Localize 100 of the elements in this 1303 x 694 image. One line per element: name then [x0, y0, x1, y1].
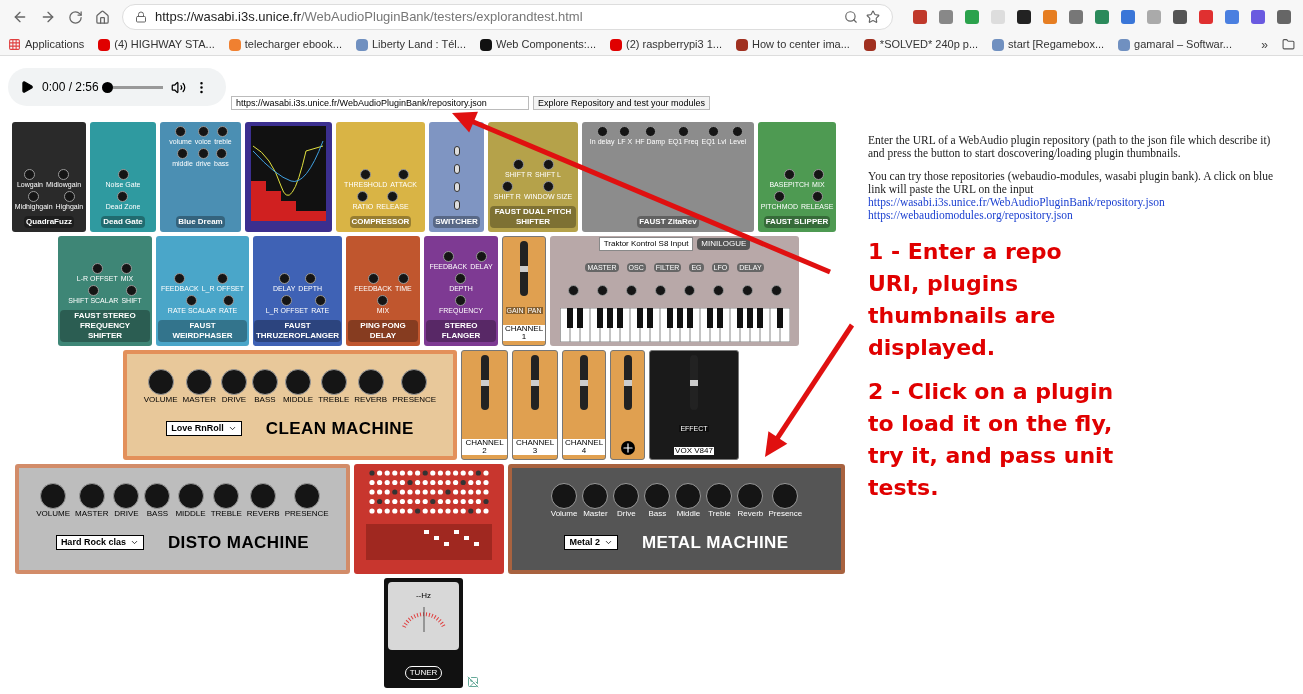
- knob-icon[interactable]: [542, 181, 554, 192]
- knob-icon[interactable]: [683, 284, 695, 296]
- preset-select[interactable]: Metal 2: [564, 534, 618, 551]
- repository-link[interactable]: https://webaudiomodules.org/repository.json: [868, 209, 1288, 222]
- knob-icon[interactable]: [737, 482, 764, 509]
- extension-icon[interactable]: [1017, 10, 1031, 24]
- knob-icon[interactable]: [24, 169, 36, 180]
- knob-icon[interactable]: [186, 368, 213, 395]
- knob-icon[interactable]: [251, 368, 278, 395]
- knob-icon[interactable]: [401, 368, 428, 395]
- folder-icon[interactable]: [1282, 38, 1295, 51]
- knob-icon[interactable]: [360, 169, 372, 180]
- amp-thumbnail[interactable]: Volume Master Drive Bass Middle Treble Reverb Presence Metal 2 METAL MACHINE: [508, 464, 845, 574]
- bookmark[interactable]: telecharger ebook...: [228, 36, 342, 53]
- knob-icon[interactable]: [475, 251, 487, 262]
- equalizer-thumbnail[interactable]: [245, 122, 332, 232]
- bookmark[interactable]: (2) raspberrypi3 1...: [610, 36, 723, 53]
- extension-icon[interactable]: [1173, 10, 1187, 24]
- knob-icon[interactable]: [144, 482, 171, 509]
- knob-icon[interactable]: [770, 284, 782, 296]
- volume-icon[interactable]: [170, 79, 186, 95]
- knob-icon[interactable]: [304, 273, 316, 284]
- knob-icon[interactable]: [386, 191, 398, 202]
- preset-select[interactable]: Love RnRoll: [166, 420, 242, 437]
- fader-icon[interactable]: [520, 241, 528, 296]
- knob-icon[interactable]: [732, 126, 744, 137]
- knob-icon[interactable]: [278, 273, 290, 284]
- knob-icon[interactable]: [58, 169, 70, 180]
- knob-icon[interactable]: [197, 148, 209, 159]
- knob-icon[interactable]: [708, 126, 720, 137]
- knob-icon[interactable]: [117, 191, 129, 202]
- knob-icon[interactable]: [596, 126, 608, 137]
- knob-icon[interactable]: [398, 169, 410, 180]
- forward-icon[interactable]: [40, 9, 56, 25]
- knob-icon[interactable]: [596, 284, 608, 296]
- knob-icon[interactable]: [293, 482, 320, 509]
- knob-icon[interactable]: [812, 169, 824, 180]
- knob-icon[interactable]: [367, 273, 379, 284]
- knob-icon[interactable]: [706, 482, 733, 509]
- knob-icon[interactable]: [215, 148, 227, 159]
- knob-icon[interactable]: [542, 159, 554, 170]
- knob-icon[interactable]: [250, 482, 277, 509]
- knob-icon[interactable]: [551, 482, 578, 509]
- explore-button[interactable]: Explore Repository and test your modules: [533, 96, 711, 110]
- knob-icon[interactable]: [40, 482, 67, 509]
- knob-icon[interactable]: [741, 284, 753, 296]
- midi-input-select[interactable]: Traktor Kontrol S8 Input: [598, 237, 694, 251]
- amp-thumbnail[interactable]: VOLUME MASTER DRIVE BASS MIDDLE TREBLE REVERB PRESENCE Love RnRoll CLEAN MACHINE: [123, 350, 457, 460]
- knob-icon[interactable]: [186, 295, 198, 306]
- channel-strip-thumbnail[interactable]: CHANNEL 2: [461, 350, 508, 460]
- knob-icon[interactable]: [712, 284, 724, 296]
- amp-thumbnail[interactable]: VOLUME MASTER DRIVE BASS MIDDLE TREBLE REVERB PRESENCE Hard Rock clas DISTO MACHINE: [15, 464, 350, 574]
- knob-icon[interactable]: [217, 273, 229, 284]
- knob-icon[interactable]: [654, 284, 666, 296]
- preset-select[interactable]: Hard Rock clas: [55, 534, 144, 551]
- knob-icon[interactable]: [357, 368, 384, 395]
- tuner-thumbnail[interactable]: --Hz TUNER: [384, 578, 463, 688]
- knob-icon[interactable]: [197, 126, 209, 137]
- knob-icon[interactable]: [455, 273, 467, 284]
- knob-icon[interactable]: [811, 191, 823, 202]
- knob-icon[interactable]: [121, 263, 133, 274]
- repository-link[interactable]: https://wasabi.i3s.unice.fr/WebAudioPluginBank/repository.json: [868, 196, 1288, 209]
- knob-icon[interactable]: [625, 284, 637, 296]
- knob-icon[interactable]: [783, 169, 795, 180]
- fader-icon[interactable]: [580, 355, 588, 410]
- fader-icon[interactable]: [531, 355, 539, 410]
- home-icon[interactable]: [95, 9, 110, 25]
- knob-icon[interactable]: [28, 191, 40, 202]
- address-bar[interactable]: https://wasabi.i3s.unice.fr/WebAudioPluginBank/testers/explorandtest.html: [122, 4, 893, 30]
- more-bookmarks[interactable]: »: [1261, 35, 1268, 54]
- knob-icon[interactable]: [147, 368, 174, 395]
- pedal-thumbnail[interactable]: SWITCHER: [429, 122, 484, 232]
- repository-url-field[interactable]: https://wasabi.i3s.unice.fr/WebAudioPluginBank/repository.json: [231, 96, 529, 110]
- sequencer-thumbnail[interactable]: [354, 464, 504, 574]
- bookmark[interactable]: Liberty Land : Tél...: [356, 36, 466, 53]
- knob-icon[interactable]: [285, 368, 312, 395]
- channel-strip-thumbnail[interactable]: [610, 350, 645, 460]
- knob-icon[interactable]: [281, 295, 293, 306]
- fader-icon[interactable]: [623, 355, 632, 410]
- channel-strip-thumbnail[interactable]: CHANNEL 4: [562, 350, 606, 460]
- knob-icon[interactable]: [442, 251, 454, 262]
- bookmark[interactable]: Applications: [8, 36, 85, 53]
- knob-icon[interactable]: [87, 285, 99, 296]
- knob-icon[interactable]: [613, 482, 640, 509]
- knob-icon[interactable]: [320, 368, 347, 395]
- knob-icon[interactable]: [126, 285, 137, 296]
- knob-icon[interactable]: [175, 126, 187, 137]
- fader-icon[interactable]: [480, 355, 489, 410]
- knob-icon[interactable]: [582, 482, 609, 509]
- bookmark[interactable]: (4) HIGHWAY STA...: [98, 36, 215, 53]
- knob-icon[interactable]: [567, 284, 579, 296]
- knob-icon[interactable]: [677, 126, 689, 137]
- bookmark[interactable]: start [Regamebox...: [992, 36, 1105, 53]
- knob-icon[interactable]: [377, 295, 389, 306]
- knob-icon[interactable]: [314, 295, 326, 306]
- knob-icon[interactable]: [63, 191, 75, 202]
- knob-icon[interactable]: [117, 169, 129, 180]
- knob-icon[interactable]: [177, 482, 204, 509]
- knob-icon[interactable]: [675, 482, 702, 509]
- knob-icon[interactable]: [619, 126, 631, 137]
